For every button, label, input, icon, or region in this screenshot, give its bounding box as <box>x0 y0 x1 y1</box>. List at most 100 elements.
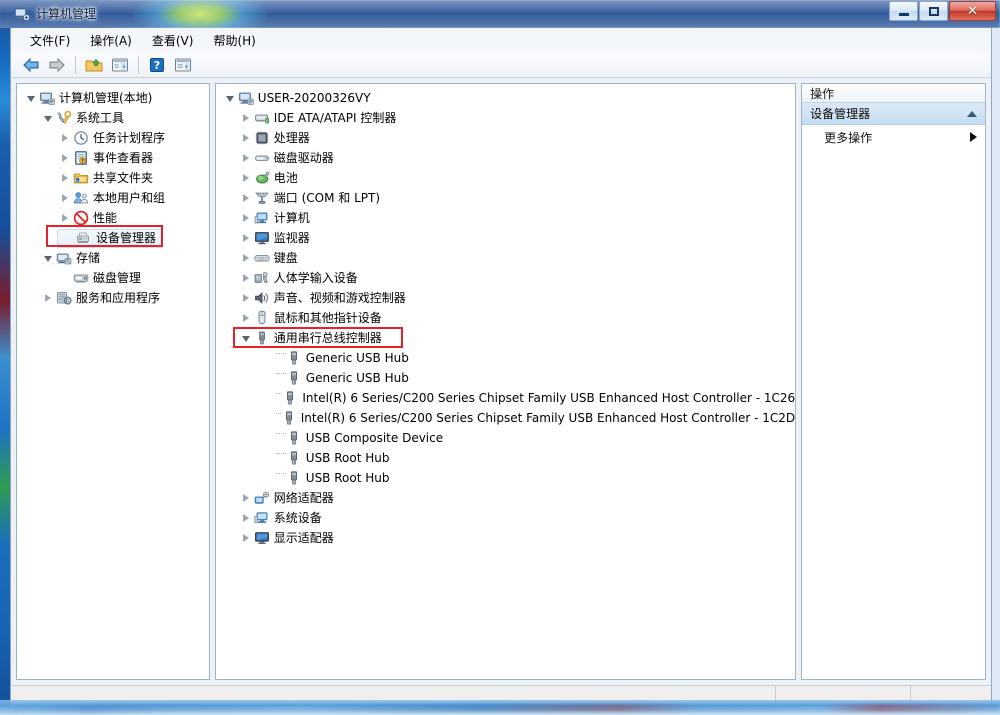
tree-storage[interactable]: 存储 <box>17 248 209 268</box>
storage-icon <box>56 250 72 266</box>
device-category-mice[interactable]: 鼠标和其他指针设备 <box>216 308 795 328</box>
chevron-right-icon <box>242 294 249 302</box>
twisty-none <box>260 388 276 408</box>
device-usb-root-hub-1[interactable]: USB Root Hub <box>216 448 795 468</box>
twisty-collapsed[interactable] <box>238 508 254 528</box>
device-category-system-label: 系统设备 <box>273 511 322 525</box>
actions-pane[interactable]: 操作 设备管理器 更多操作 <box>801 83 986 680</box>
users-groups-icon <box>73 190 89 206</box>
device-category-keyboards[interactable]: 键盘 <box>216 248 795 268</box>
tree-shared-folders[interactable]: 共享文件夹 <box>17 168 209 188</box>
display-adapter-icon <box>254 530 270 546</box>
device-category-sound-label: 声音、视频和游戏控制器 <box>273 291 406 305</box>
twisty-collapsed[interactable] <box>238 208 254 228</box>
tree-disk-management[interactable]: 磁盘管理 <box>17 268 209 288</box>
twisty-expanded[interactable] <box>40 248 56 268</box>
device-root[interactable]: USER-20200326VY <box>216 88 795 108</box>
tree-system-tools[interactable]: 系统工具 <box>17 108 209 128</box>
device-generic-usb-hub-2[interactable]: Generic USB Hub <box>216 368 795 388</box>
twisty-expanded[interactable] <box>23 88 39 108</box>
device-category-monitors[interactable]: 监视器 <box>216 228 795 248</box>
tree-computer-management-local[interactable]: 计算机管理(本地) <box>17 88 209 108</box>
processor-icon <box>254 130 270 146</box>
device-category-display-label: 显示适配器 <box>273 531 334 545</box>
device-category-hid[interactable]: 人体学输入设备 <box>216 268 795 288</box>
console-tree-pane[interactable]: 计算机管理(本地) 系统工具任务计划程序 事件查看器共享文件夹 本地用户和组 性能 设备管… <box>16 83 210 680</box>
tree-event-viewer-content: 事件查看器 <box>57 148 153 168</box>
twisty-collapsed[interactable] <box>238 188 254 208</box>
help-button[interactable]: ? <box>145 54 169 76</box>
up-one-level-button[interactable] <box>82 54 106 76</box>
tree-task-scheduler-label: 任务计划程序 <box>93 131 166 145</box>
actions-group-header[interactable]: 设备管理器 <box>802 103 985 125</box>
maximize-button[interactable] <box>919 1 948 21</box>
twisty-collapsed[interactable] <box>57 148 73 168</box>
twisty-expanded[interactable] <box>238 328 254 348</box>
twisty-expanded[interactable] <box>222 88 238 108</box>
menu-help[interactable]: 帮助(H) <box>204 29 264 52</box>
tree-storage-label: 存储 <box>76 251 101 265</box>
device-category-disk-drives[interactable]: 磁盘驱动器 <box>216 148 795 168</box>
device-tree-pane[interactable]: USER-20200326VY IDE ATA/ATAPI 控制器 处理器 磁盘驱动器… <box>214 83 797 680</box>
device-intel-ehci-1c26[interactable]: Intel(R) 6 Series/C200 Series Chipset Fa… <box>216 388 795 408</box>
twisty-collapsed[interactable] <box>238 228 254 248</box>
chevron-up-icon[interactable] <box>967 110 977 117</box>
device-generic-usb-hub-1[interactable]: Generic USB Hub <box>216 348 795 368</box>
chevron-right-icon[interactable] <box>970 132 977 142</box>
tree-services-and-applications[interactable]: 服务和应用程序 <box>17 288 209 308</box>
show-hide-tree-button[interactable] <box>108 54 132 76</box>
twisty-collapsed[interactable] <box>238 248 254 268</box>
minimize-button[interactable] <box>889 1 918 21</box>
device-usb-root-hub-2[interactable]: USB Root Hub <box>216 468 795 488</box>
twisty-collapsed[interactable] <box>238 308 254 328</box>
device-category-computer[interactable]: 计算机 <box>216 208 795 228</box>
device-category-processors[interactable]: 处理器 <box>216 128 795 148</box>
twisty-collapsed[interactable] <box>40 288 56 308</box>
device-category-ports[interactable]: 端口 (COM 和 LPT) <box>216 188 795 208</box>
menu-action[interactable]: 操作(A) <box>81 29 141 52</box>
twisty-collapsed[interactable] <box>57 188 73 208</box>
device-generic-usb-hub-2-label: Generic USB Hub <box>305 371 409 385</box>
tree-performance[interactable]: 性能 <box>17 208 209 228</box>
device-usb-composite[interactable]: USB Composite Device <box>216 428 795 448</box>
arrow-right-icon <box>49 57 65 72</box>
twisty-collapsed[interactable] <box>238 268 254 288</box>
twisty-collapsed[interactable] <box>238 288 254 308</box>
svg-text:?: ? <box>154 59 160 72</box>
twisty-expanded[interactable] <box>40 108 56 128</box>
twisty-collapsed[interactable] <box>57 168 73 188</box>
device-category-sound[interactable]: 声音、视频和游戏控制器 <box>216 288 795 308</box>
twisty-collapsed[interactable] <box>238 488 254 508</box>
twisty-collapsed[interactable] <box>238 108 254 128</box>
performance-icon <box>73 210 89 226</box>
device-category-network[interactable]: 网络适配器 <box>216 488 795 508</box>
toolbar-separator-2 <box>138 55 139 74</box>
forward-button[interactable] <box>45 54 69 76</box>
twisty-collapsed[interactable] <box>57 128 73 148</box>
twisty-collapsed[interactable] <box>57 208 73 228</box>
device-category-batteries[interactable]: 电池 <box>216 168 795 188</box>
device-intel-ehci-1c2d[interactable]: Intel(R) 6 Series/C200 Series Chipset Fa… <box>216 408 795 428</box>
close-button[interactable]: ✕ <box>949 1 996 21</box>
device-category-usb[interactable]: 通用串行总线控制器 <box>216 328 795 348</box>
twisty-collapsed[interactable] <box>238 528 254 548</box>
show-action-pane-button[interactable] <box>171 54 195 76</box>
tree-task-scheduler[interactable]: 任务计划程序 <box>17 128 209 148</box>
action-more-actions[interactable]: 更多操作 <box>802 125 985 149</box>
twisty-collapsed[interactable] <box>238 168 254 188</box>
menu-view[interactable]: 查看(V) <box>143 29 203 52</box>
menu-file[interactable]: 文件(F) <box>21 29 79 52</box>
back-button[interactable] <box>19 54 43 76</box>
tree-device-manager[interactable]: 设备管理器 <box>17 228 209 248</box>
device-category-display[interactable]: 显示适配器 <box>216 528 795 548</box>
twisty-collapsed[interactable] <box>238 148 254 168</box>
device-category-ide[interactable]: IDE ATA/ATAPI 控制器 <box>216 108 795 128</box>
maximize-icon <box>928 6 939 16</box>
twisty-collapsed[interactable] <box>238 128 254 148</box>
tree-local-users-groups[interactable]: 本地用户和组 <box>17 188 209 208</box>
tree-event-viewer-label: 事件查看器 <box>93 151 154 165</box>
tree-event-viewer[interactable]: 事件查看器 <box>17 148 209 168</box>
device-category-mice-label: 鼠标和其他指针设备 <box>273 311 382 325</box>
chevron-down-icon <box>44 116 52 122</box>
device-category-system[interactable]: 系统设备 <box>216 508 795 528</box>
